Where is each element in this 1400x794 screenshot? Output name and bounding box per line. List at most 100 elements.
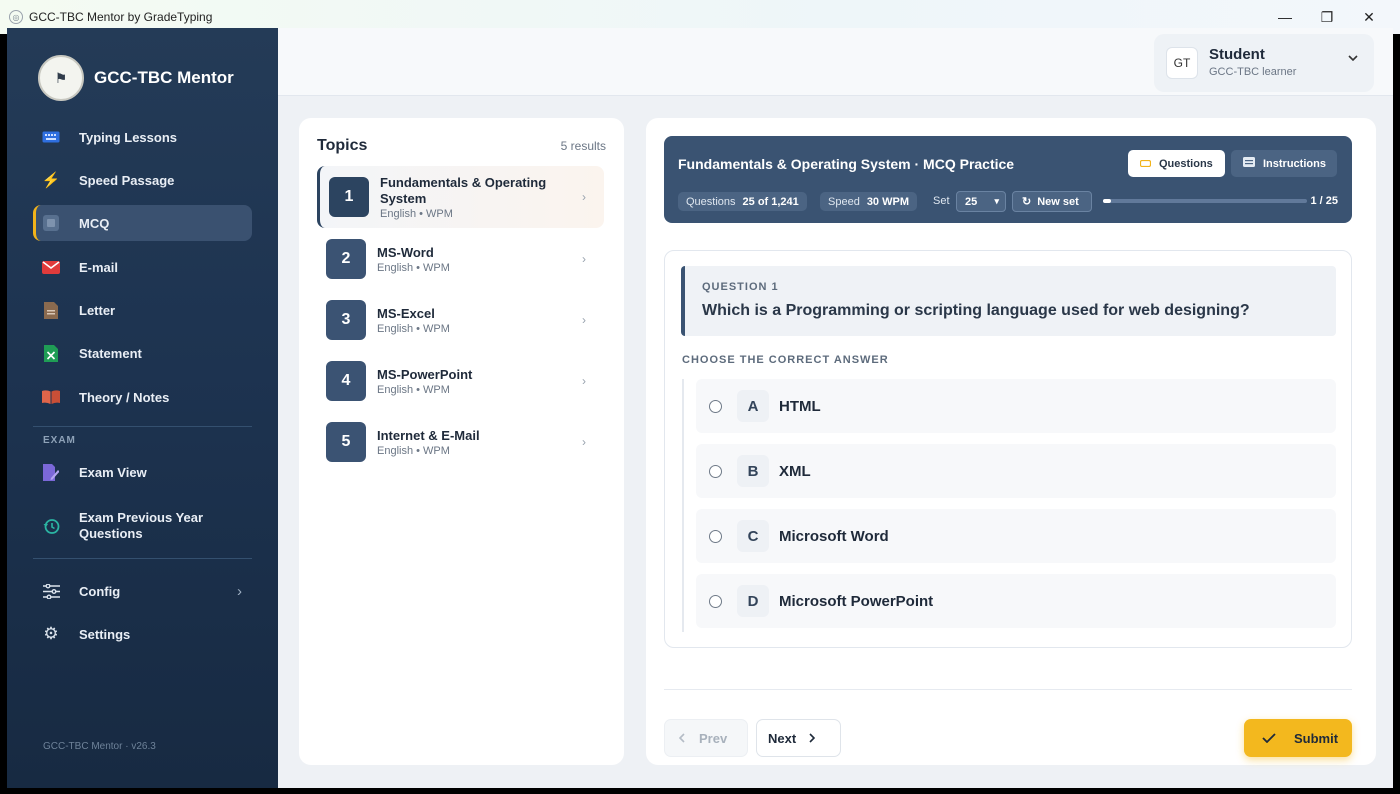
- practice-panel: Fundamentals & Operating System · MCQ Pr…: [646, 118, 1376, 765]
- topic-number: 3: [326, 300, 366, 340]
- chevron-right-icon: ›: [582, 190, 586, 204]
- sidebar-item-theory-notes[interactable]: Theory / Notes: [33, 379, 252, 415]
- sidebar-item-exam-previous-year[interactable]: Exam Previous Year Questions: [33, 504, 252, 548]
- sidebar-item-speed-passage[interactable]: ⚡ Speed Passage: [33, 162, 252, 198]
- new-set-label: New set: [1037, 195, 1079, 208]
- radio-button[interactable]: [709, 464, 722, 478]
- new-set-button[interactable]: ↻ New set: [1012, 191, 1092, 212]
- topic-item[interactable]: 1 Fundamentals & Operating System Englis…: [317, 166, 604, 228]
- sidebar-item-label: Typing Lessons: [79, 129, 177, 145]
- option-d[interactable]: D Microsoft PowerPoint: [696, 574, 1336, 628]
- sliders-icon: [41, 581, 61, 601]
- option-letter: B: [737, 455, 769, 487]
- option-text: XML: [779, 462, 811, 480]
- question-box: QUESTION 1 Which is a Programming or scr…: [681, 266, 1336, 336]
- document-icon: [41, 300, 61, 320]
- lightning-icon: ⚡: [41, 172, 61, 189]
- option-text: HTML: [779, 397, 821, 415]
- history-icon: [41, 516, 61, 536]
- spreadsheet-icon: [41, 343, 61, 363]
- option-b[interactable]: B XML: [696, 444, 1336, 498]
- topics-title: Topics: [317, 137, 368, 154]
- pencil-doc-icon: [41, 462, 61, 482]
- topic-number: 2: [326, 239, 366, 279]
- book-icon: [41, 387, 61, 407]
- profile-name: Student: [1209, 46, 1265, 63]
- sidebar-item-config[interactable]: Config ›: [33, 573, 252, 609]
- sidebar-item-mcq[interactable]: MCQ: [33, 205, 252, 241]
- topic-number: 1: [329, 177, 369, 217]
- set-select[interactable]: 25 ▾: [956, 191, 1006, 212]
- logo-icon: ⚑: [38, 55, 84, 101]
- option-a[interactable]: A HTML: [696, 379, 1336, 433]
- chevron-right-icon: ›: [582, 313, 586, 327]
- chevron-right-icon: ›: [582, 252, 586, 266]
- chevron-right-icon: [809, 731, 816, 746]
- topic-meta: English • WPM: [377, 444, 450, 457]
- chevron-down-icon: ▾: [994, 196, 999, 206]
- topic-number: 4: [326, 361, 366, 401]
- avatar: GT: [1166, 47, 1198, 79]
- chevron-right-icon: ›: [582, 435, 586, 449]
- topics-count: 5 results: [560, 139, 606, 153]
- chevron-down-icon: [1348, 52, 1358, 64]
- profile-role: GCC-TBC learner: [1209, 66, 1297, 78]
- sidebar-item-typing-lessons[interactable]: Typing Lessons: [33, 119, 252, 155]
- chevron-right-icon: ›: [237, 582, 242, 600]
- tab-questions[interactable]: Questions: [1128, 150, 1225, 177]
- questions-icon: [1139, 158, 1152, 170]
- sidebar-divider: [33, 426, 252, 427]
- chip-value: 25 of 1,241: [742, 195, 799, 208]
- sidebar-item-statement[interactable]: Statement: [33, 335, 252, 371]
- submit-label: Submit: [1294, 730, 1339, 746]
- sidebar-item-email[interactable]: E-mail: [33, 249, 252, 285]
- submit-button[interactable]: Submit: [1244, 719, 1352, 757]
- window-title: GCC-TBC Mentor by GradeTyping: [29, 10, 213, 24]
- sidebar-item-settings[interactable]: ⚙ Settings: [33, 616, 252, 652]
- app-icon: ◎: [9, 10, 23, 24]
- top-bar: GT Student GCC-TBC learner: [278, 28, 1393, 96]
- practice-header: Fundamentals & Operating System · MCQ Pr…: [664, 136, 1352, 223]
- topic-name: Fundamentals & Operating System: [380, 174, 547, 206]
- topic-item[interactable]: 4 MS-PowerPoint English • WPM ›: [317, 351, 604, 411]
- topic-item[interactable]: 3 MS-Excel English • WPM ›: [317, 290, 604, 350]
- chip-label: Speed: [828, 195, 860, 208]
- topic-name: MS-PowerPoint: [377, 366, 473, 382]
- option-c[interactable]: C Microsoft Word: [696, 509, 1336, 563]
- topic-item[interactable]: 2 MS-Word English • WPM ›: [317, 229, 604, 289]
- sidebar-item-label: E-mail: [79, 259, 119, 275]
- chevron-left-icon: [678, 731, 685, 746]
- sidebar-item-label: MCQ: [79, 215, 110, 231]
- question-card: QUESTION 1 Which is a Programming or scr…: [664, 250, 1352, 648]
- app-frame: ⚑ GCC-TBC Mentor Typing Lessons ⚡ Speed …: [7, 28, 1393, 788]
- prev-button[interactable]: Prev: [664, 719, 748, 757]
- radio-button[interactable]: [709, 529, 722, 543]
- brand: ⚑ GCC-TBC Mentor: [38, 55, 234, 101]
- profile-menu[interactable]: GT Student GCC-TBC learner: [1154, 34, 1374, 92]
- sidebar-item-label: Statement: [79, 345, 142, 361]
- choose-label: CHOOSE THE CORRECT ANSWER: [682, 354, 889, 366]
- prev-label: Prev: [699, 730, 728, 746]
- topic-number: 5: [326, 422, 366, 462]
- next-label: Next: [768, 730, 797, 746]
- refresh-icon: ↻: [1022, 196, 1032, 208]
- practice-title: Fundamentals & Operating System · MCQ Pr…: [678, 156, 1015, 172]
- option-text: Microsoft Word: [779, 527, 889, 545]
- topic-item[interactable]: 5 Internet & E-Mail English • WPM ›: [317, 412, 604, 472]
- topic-meta: English • WPM: [377, 383, 450, 396]
- sidebar-item-label: Exam Previous Year Questions: [79, 510, 204, 541]
- mcq-icon: [41, 213, 61, 233]
- sidebar-item-label: Config: [79, 583, 121, 599]
- instructions-icon: [1243, 157, 1255, 170]
- gear-icon: ⚙: [43, 624, 59, 643]
- set-value: 25: [965, 195, 978, 208]
- tab-instructions[interactable]: Instructions: [1231, 150, 1337, 177]
- option-letter: C: [737, 520, 769, 552]
- sidebar-item-letter[interactable]: Letter: [33, 292, 252, 328]
- topic-name: MS-Excel: [377, 305, 435, 321]
- sidebar-item-exam-view[interactable]: Exam View: [33, 454, 252, 490]
- radio-button[interactable]: [709, 594, 722, 608]
- next-button[interactable]: Next: [756, 719, 841, 757]
- sidebar: ⚑ GCC-TBC Mentor Typing Lessons ⚡ Speed …: [7, 28, 278, 788]
- radio-button[interactable]: [709, 399, 722, 413]
